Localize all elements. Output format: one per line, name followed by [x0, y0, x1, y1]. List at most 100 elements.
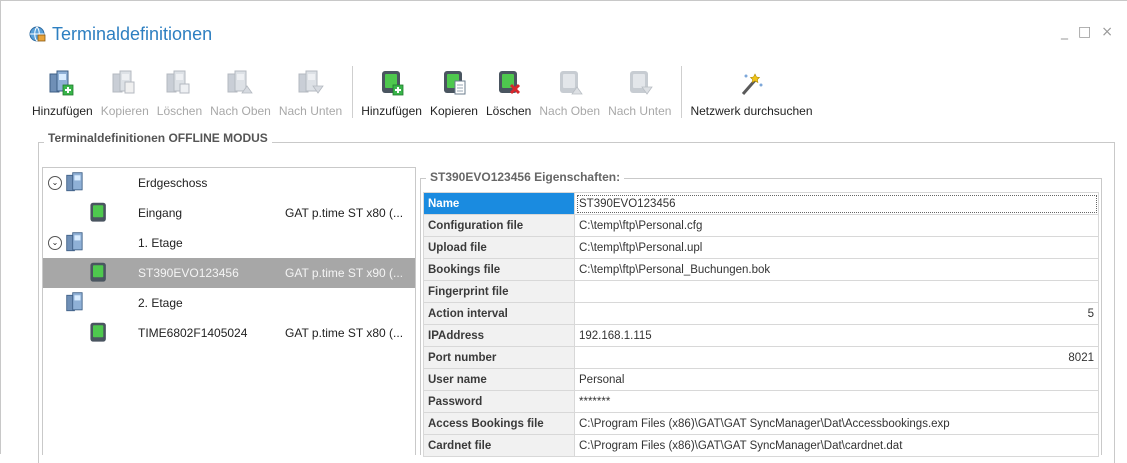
toolbar-button-label: Nach Oben — [539, 104, 601, 118]
property-value-field[interactable]: C:\Program Files (x86)\GAT\GAT SyncManag… — [574, 434, 1099, 457]
tree-item-name: 1. Etage — [138, 236, 183, 250]
tree-item-name: Eingang — [138, 206, 183, 220]
hinzufügen-button[interactable]: Hinzufügen — [359, 64, 424, 118]
property-value-field[interactable]: C:\temp\ftp\Personal.cfg — [574, 214, 1099, 237]
hinzufügen-button[interactable]: Hinzufügen — [30, 64, 95, 118]
nach-unten-button[interactable]: Nach Unten — [277, 64, 344, 118]
terminal-device-icon — [90, 262, 106, 282]
magic-wand-icon — [742, 73, 763, 95]
nach-unten-button[interactable]: Nach Unten — [606, 64, 673, 118]
group-title: Terminaldefinitionen OFFLINE MODUS — [44, 131, 272, 145]
toolbar-button-label: Nach Unten — [608, 104, 672, 118]
device-copy-icon — [443, 71, 466, 95]
close-button[interactable]: × — [1101, 24, 1113, 40]
property-value-field[interactable]: Personal — [574, 368, 1099, 391]
property-name: Cardnet file — [423, 434, 575, 457]
property-value-field[interactable]: 8021 — [574, 346, 1099, 369]
terminal-down-icon — [298, 70, 324, 94]
toolbar-separator — [681, 66, 683, 118]
property-name: Name — [423, 192, 575, 215]
terminal-up-icon — [227, 70, 254, 94]
terminal-tree[interactable]: ⌄ Erdgeschoss Eingang GAT p.time ST x80 (..… — [42, 167, 416, 455]
nach-oben-button[interactable]: Nach Oben — [208, 64, 273, 118]
kopieren-button[interactable]: Kopieren — [428, 64, 480, 118]
tree-group-row[interactable]: 2. Etage — [43, 288, 415, 318]
tree-device-row[interactable]: TIME6802F1405024 GAT p.time ST x80 (... — [43, 318, 415, 348]
property-row[interactable]: Configuration file C:\temp\ftp\Personal.c… — [423, 214, 1099, 237]
property-row[interactable]: Access Bookings file C:\Program Files (x8… — [423, 412, 1099, 435]
property-row[interactable]: User name Personal — [423, 368, 1099, 391]
title-bar: Terminaldefinitionen — [28, 22, 212, 46]
property-value-field[interactable]: C:\temp\ftp\Personal_Buchungen.bok — [574, 258, 1099, 281]
nach-oben-button[interactable]: Nach Oben — [537, 64, 602, 118]
device-down-icon — [629, 71, 653, 95]
property-row[interactable]: Upload file C:\temp\ftp\Personal.upl — [423, 236, 1099, 259]
toolbar-separator — [352, 66, 354, 118]
property-name: Bookings file — [423, 258, 575, 281]
property-value-field[interactable]: C:\temp\ftp\Personal.upl — [574, 236, 1099, 259]
löschen-button[interactable]: Löschen — [484, 64, 533, 118]
tree-item-type: GAT p.time ST x80 (... — [285, 206, 404, 220]
property-value-field[interactable]: 5 — [574, 302, 1099, 325]
toolbar-button-label: Kopieren — [100, 104, 149, 118]
tree-item-type: GAT p.time ST x80 (... — [285, 326, 404, 340]
tree-device-row[interactable]: ST390EVO123456 GAT p.time ST x90 (... — [43, 258, 415, 288]
property-row[interactable]: Bookings file C:\temp\ftp\Personal_Buchun… — [423, 258, 1099, 281]
terminal-group-icon — [66, 292, 83, 312]
terminal-delete-icon — [166, 70, 190, 94]
property-value-field[interactable]: C:\Program Files (x86)\GAT\GAT SyncManag… — [574, 412, 1099, 435]
window-title: Terminaldefinitionen — [52, 23, 213, 44]
property-name: Password — [423, 390, 575, 413]
window-controls: _ □ × — [1061, 24, 1113, 40]
device-up-icon — [559, 71, 583, 95]
tree-item-name: ST390EVO123456 — [138, 266, 239, 280]
property-name: Action interval — [423, 302, 575, 325]
tree-group-row[interactable]: ⌄ 1. Etage — [43, 228, 415, 258]
property-name: Configuration file — [423, 214, 575, 237]
terminal-device-icon — [90, 322, 106, 342]
terminal-device-icon — [90, 202, 106, 222]
toolbar-button-label: Löschen — [156, 104, 203, 118]
toolbar-button-label: Nach Unten — [278, 104, 343, 118]
tree-item-name: Erdgeschoss — [138, 176, 208, 190]
property-row[interactable]: Action interval 5 — [423, 302, 1099, 325]
property-value-field[interactable] — [574, 280, 1099, 303]
property-row[interactable]: Password ******* — [423, 390, 1099, 413]
property-value-field[interactable]: ST390EVO123456 — [574, 192, 1099, 215]
property-row[interactable]: IPAddress 192.168.1.115 — [423, 324, 1099, 347]
toolbar-button-label: Hinzufügen — [361, 104, 422, 118]
tree-item-type: GAT p.time ST x90 (... — [285, 266, 404, 280]
property-row[interactable]: Name ST390EVO123456 — [423, 192, 1099, 215]
terminal-group-icon — [66, 232, 83, 252]
toolbar-button-label: Nach Oben — [210, 104, 271, 118]
toolbar-button-label: Hinzufügen — [32, 104, 93, 118]
tree-item-name: 2. Etage — [138, 296, 183, 310]
property-row[interactable]: Fingerprint file — [423, 280, 1099, 303]
property-name: User name — [423, 368, 575, 391]
properties-title: ST390EVO123456 Eigenschaften: — [426, 170, 625, 184]
terminal-copy-icon — [112, 70, 135, 94]
network-search-button[interactable]: Netzwerk durchsuchen — [688, 64, 814, 118]
toolbar-button-label: Löschen — [485, 104, 532, 118]
tree-group-row[interactable]: ⌄ Erdgeschoss — [43, 168, 415, 198]
kopieren-button[interactable]: Kopieren — [99, 64, 151, 118]
löschen-button[interactable]: Löschen — [155, 64, 204, 118]
property-name: Fingerprint file — [423, 280, 575, 303]
property-name: Upload file — [423, 236, 575, 259]
property-row[interactable]: Port number 8021 — [423, 346, 1099, 369]
toolbar-button-label: Netzwerk durchsuchen — [690, 104, 813, 118]
property-value-field[interactable]: 192.168.1.115 — [574, 324, 1099, 347]
toolbar-button-label: Kopieren — [429, 104, 478, 118]
property-name: Port number — [423, 346, 575, 369]
device-add-icon — [381, 71, 403, 96]
property-row[interactable]: Cardnet file C:\Program Files (x86)\GAT\G… — [423, 434, 1099, 457]
collapse-toggle-icon[interactable]: ⌄ — [48, 236, 62, 250]
collapse-toggle-icon[interactable]: ⌄ — [48, 176, 62, 190]
minimize-button[interactable]: _ — [1061, 24, 1068, 40]
property-value-field[interactable]: ******* — [574, 390, 1099, 413]
tree-device-row[interactable]: Eingang GAT p.time ST x80 (... — [43, 198, 415, 228]
property-name: IPAddress — [423, 324, 575, 347]
maximize-button[interactable]: □ — [1078, 24, 1091, 40]
property-name: Access Bookings file — [423, 412, 575, 435]
tree-item-name: TIME6802F1405024 — [138, 326, 248, 340]
